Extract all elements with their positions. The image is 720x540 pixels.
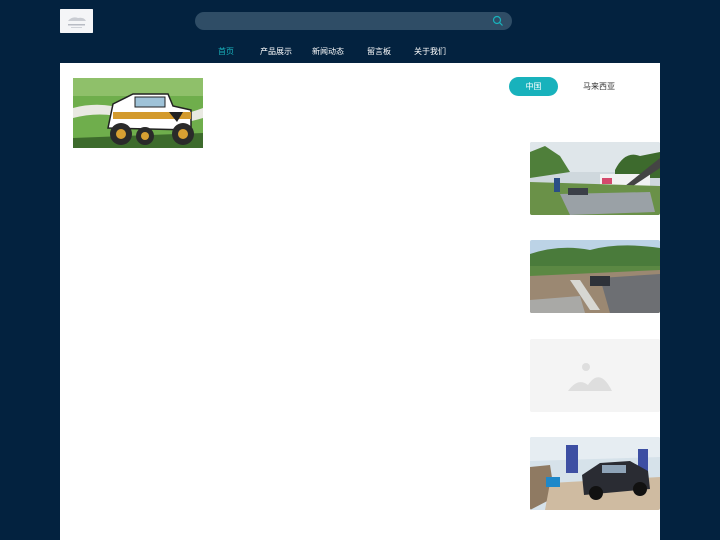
main-content: 中国 马来西亚 <box>60 63 660 540</box>
search-bar[interactable] <box>195 12 512 30</box>
nav-item-home[interactable]: 首页 <box>218 45 234 59</box>
main-nav: 首页 产品展示 新闻动态 留言板 关于我们 <box>0 45 720 59</box>
hero-truck-image[interactable] <box>73 78 203 148</box>
nav-item-news[interactable]: 新闻动态 <box>312 45 344 59</box>
gallery-thumb-placeholder[interactable] <box>530 339 660 412</box>
gallery-thumb-suv-ramp[interactable] <box>530 437 660 510</box>
lang-option-malaysia[interactable]: 马来西亚 <box>571 77 627 96</box>
gallery-thumb-course[interactable] <box>530 142 660 215</box>
gallery-thumb-gravel-track[interactable] <box>530 240 660 313</box>
image-placeholder-icon <box>530 339 660 412</box>
nav-item-products[interactable]: 产品展示 <box>260 45 292 59</box>
nav-item-about[interactable]: 关于我们 <box>414 45 446 59</box>
search-icon[interactable] <box>492 15 504 27</box>
lang-option-china[interactable]: 中国 <box>509 77 558 96</box>
language-toggle: 中国 马来西亚 <box>509 77 629 96</box>
nav-item-guestbook[interactable]: 留言板 <box>367 45 391 59</box>
site-logo[interactable] <box>60 9 93 33</box>
